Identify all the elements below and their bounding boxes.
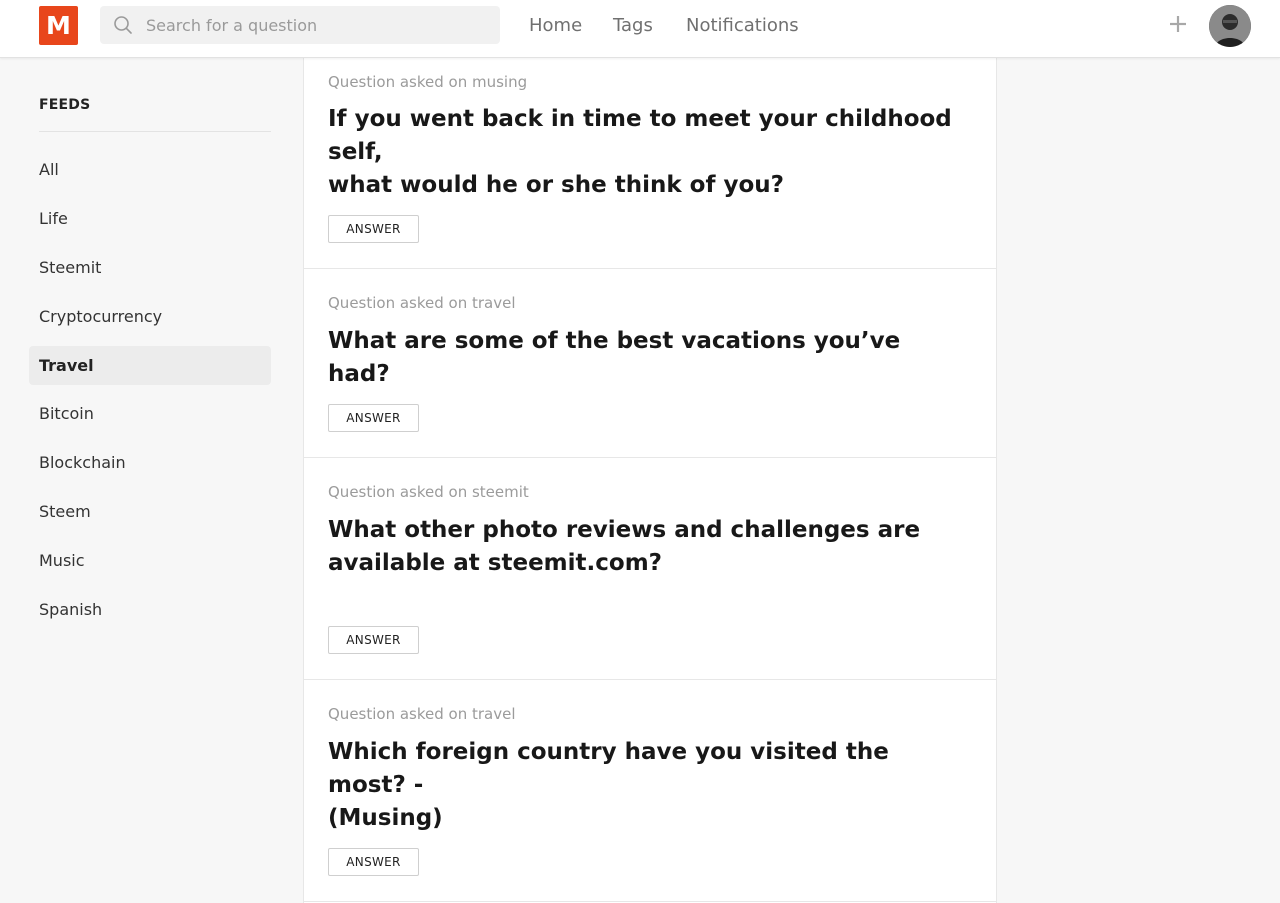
- logo-letter: M: [46, 11, 71, 40]
- question-title[interactable]: What other photo reviews and challenges …: [328, 514, 968, 580]
- nav-home[interactable]: Home: [529, 0, 582, 50]
- feeds-title: FEEDS: [39, 97, 91, 113]
- question-title-line: If you went back in time to meet your ch…: [328, 106, 952, 165]
- question-meta: Question asked on steemit: [328, 483, 529, 501]
- question-title-line: Which foreign country have you visited t…: [328, 739, 889, 798]
- sidebar-item-steem[interactable]: Steem: [29, 492, 271, 531]
- nav-home-link[interactable]: Home: [529, 15, 582, 36]
- top-bar: M Home Tags Notifications: [0, 0, 1280, 58]
- question-title[interactable]: What are some of the best vacations you’…: [328, 325, 968, 391]
- sidebar-item-steemit[interactable]: Steemit: [29, 248, 271, 287]
- question-title-line: What are some of the best vacations you’…: [328, 328, 901, 387]
- question-title[interactable]: Which foreign country have you visited t…: [328, 736, 968, 835]
- sidebar-item-spanish[interactable]: Spanish: [29, 590, 271, 629]
- sidebar-item-label: Life: [39, 209, 68, 228]
- avatar[interactable]: [1209, 5, 1251, 47]
- search-input[interactable]: [146, 15, 486, 35]
- nav-tags-link[interactable]: Tags: [613, 15, 653, 36]
- nav-notifications[interactable]: Notifications: [686, 0, 799, 50]
- sidebar-item-label: Spanish: [39, 600, 103, 619]
- sidebar-item-label: Steem: [39, 502, 91, 521]
- answer-button[interactable]: ANSWER: [328, 626, 419, 654]
- answer-button[interactable]: ANSWER: [328, 215, 419, 243]
- nav-tags[interactable]: Tags: [613, 0, 653, 50]
- question-card: Question asked on travel Which foreign c…: [304, 680, 996, 902]
- question-meta: Question asked on travel: [328, 705, 516, 723]
- sidebar-item-music[interactable]: Music: [29, 541, 271, 580]
- question-title-line: available at steemit.com?: [328, 550, 663, 576]
- divider: [39, 131, 271, 132]
- answer-button[interactable]: ANSWER: [328, 404, 419, 432]
- search-icon: [100, 15, 146, 35]
- sidebar-item-all[interactable]: All: [29, 150, 271, 189]
- question-meta: Question asked on musing: [328, 73, 528, 91]
- question-card: Question asked on steemit What other pho…: [304, 458, 996, 680]
- nav-notifications-link[interactable]: Notifications: [686, 15, 799, 36]
- avatar-image: [1209, 5, 1251, 47]
- question-meta: Question asked on travel: [328, 294, 516, 312]
- question-feed: Question asked on musing If you went bac…: [303, 58, 997, 903]
- question-title-line: (Musing): [328, 805, 443, 831]
- plus-icon: [1168, 14, 1188, 38]
- question-card: Question asked on musing If you went bac…: [304, 58, 996, 269]
- sidebar-item-label: Cryptocurrency: [39, 307, 163, 326]
- sidebar-item-blockchain[interactable]: Blockchain: [29, 443, 271, 482]
- question-title[interactable]: If you went back in time to meet your ch…: [328, 103, 968, 202]
- answer-button[interactable]: ANSWER: [328, 848, 419, 876]
- sidebar-item-label: Travel: [39, 356, 94, 375]
- add-question-button[interactable]: [1166, 14, 1190, 38]
- sidebar-item-label: Music: [39, 551, 85, 570]
- sidebar-item-label: Blockchain: [39, 453, 126, 472]
- sidebar-item-travel[interactable]: Travel: [29, 346, 271, 385]
- sidebar-item-label: Steemit: [39, 258, 102, 277]
- question-card: Question asked on travel What are some o…: [304, 269, 996, 458]
- sidebar-item-cryptocurrency[interactable]: Cryptocurrency: [29, 297, 271, 336]
- search-bar[interactable]: [100, 6, 500, 44]
- question-title-line: what would he or she think of you?: [328, 172, 784, 198]
- sidebar-item-label: All: [39, 160, 59, 179]
- sidebar-item-life[interactable]: Life: [29, 199, 271, 238]
- question-title-line: What other photo reviews and challenges …: [328, 517, 921, 543]
- logo[interactable]: M: [39, 6, 78, 45]
- sidebar-item-bitcoin[interactable]: Bitcoin: [29, 394, 271, 433]
- sidebar-item-label: Bitcoin: [39, 404, 94, 423]
